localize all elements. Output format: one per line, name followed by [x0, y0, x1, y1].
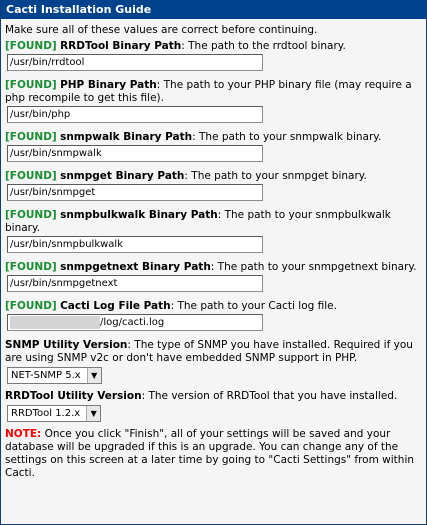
field-label: snmpgetnext Binary Path — [60, 261, 211, 273]
field-label: Cacti Log File Path — [60, 300, 171, 312]
rrdtool-path-input[interactable]: /usr/bin/rrdtool — [7, 54, 263, 71]
panel-title: Cacti Installation Guide — [1, 0, 426, 19]
found-tag: [FOUND] — [5, 131, 57, 143]
install-guide-panel: Cacti Installation Guide Make sure all o… — [0, 0, 427, 525]
field-label: snmpwalk Binary Path — [60, 131, 193, 143]
found-tag: [FOUND] — [5, 209, 57, 221]
field-description: : The path to your snmpget binary. — [184, 170, 367, 182]
field-description: : The version of RRDTool that you have i… — [141, 390, 398, 402]
snmp-version-select[interactable]: NET-SNMP 5.x ▼ — [7, 367, 102, 384]
cacti-log-path-value: /log/cacti.log — [100, 317, 165, 328]
snmpgetnext-path-input[interactable]: /usr/bin/snmpgetnext — [7, 275, 263, 292]
redacted-path-mask — [10, 316, 100, 329]
field-php-path: [FOUND] PHP Binary Path: The path to you… — [1, 79, 426, 123]
rrdtool-version-selected: RRDTool 1.2.x — [11, 408, 81, 419]
found-tag: [FOUND] — [5, 170, 57, 182]
field-label: RRDTool Utility Version — [5, 390, 142, 402]
found-tag: [FOUND] — [5, 40, 57, 52]
field-snmpwalk-path: [FOUND] snmpwalk Binary Path: The path t… — [1, 131, 426, 162]
cacti-log-path-input[interactable]: /log/cacti.log — [7, 314, 263, 331]
snmpwalk-path-input[interactable]: /usr/bin/snmpwalk — [7, 145, 263, 162]
field-snmpgetnext-path: [FOUND] snmpgetnext Binary Path: The pat… — [1, 261, 426, 292]
field-label: snmpget Binary Path — [60, 170, 185, 182]
rrdtool-version-select[interactable]: RRDTool 1.2.x ▼ — [7, 405, 102, 422]
found-tag: [FOUND] — [5, 261, 57, 273]
chevron-down-icon: ▼ — [86, 406, 101, 421]
field-snmpget-path: [FOUND] snmpget Binary Path: The path to… — [1, 170, 426, 201]
note-text: Once you click "Finish", all of your set… — [5, 428, 415, 479]
snmpget-path-input[interactable]: /usr/bin/snmpget — [7, 184, 263, 201]
snmpbulkwalk-path-input[interactable]: /usr/bin/snmpbulkwalk — [7, 236, 263, 253]
field-description: : The path to your snmpgetnext binary. — [210, 261, 417, 273]
field-snmp-version: SNMP Utility Version: The type of SNMP y… — [1, 339, 426, 384]
note-label: NOTE: — [5, 428, 42, 440]
field-label: snmpbulkwalk Binary Path — [60, 209, 218, 221]
found-tag: [FOUND] — [5, 79, 57, 91]
chevron-down-icon: ▼ — [86, 368, 101, 383]
php-path-input[interactable]: /usr/bin/php — [7, 106, 263, 123]
field-snmpbulkwalk-path: [FOUND] snmpbulkwalk Binary Path: The pa… — [1, 209, 426, 253]
field-label: SNMP Utility Version — [5, 339, 128, 351]
snmp-version-selected: NET-SNMP 5.x — [11, 370, 81, 381]
found-tag: [FOUND] — [5, 300, 57, 312]
field-label: RRDTool Binary Path — [60, 40, 182, 52]
field-rrdtool-version: RRDTool Utility Version: The version of … — [1, 390, 426, 422]
field-cacti-log-path: [FOUND] Cacti Log File Path: The path to… — [1, 300, 426, 331]
field-description: : The path to your Cacti log file. — [170, 300, 337, 312]
field-description: : The path to your snmpwalk binary. — [192, 131, 382, 143]
field-rrdtool-path: [FOUND] RRDTool Binary Path: The path to… — [1, 40, 426, 71]
intro-text: Make sure all of these values are correc… — [5, 24, 318, 36]
field-label: PHP Binary Path — [60, 79, 157, 91]
field-description: : The path to the rrdtool binary. — [181, 40, 346, 52]
finish-note: NOTE: Once you click "Finish", all of yo… — [1, 428, 426, 480]
